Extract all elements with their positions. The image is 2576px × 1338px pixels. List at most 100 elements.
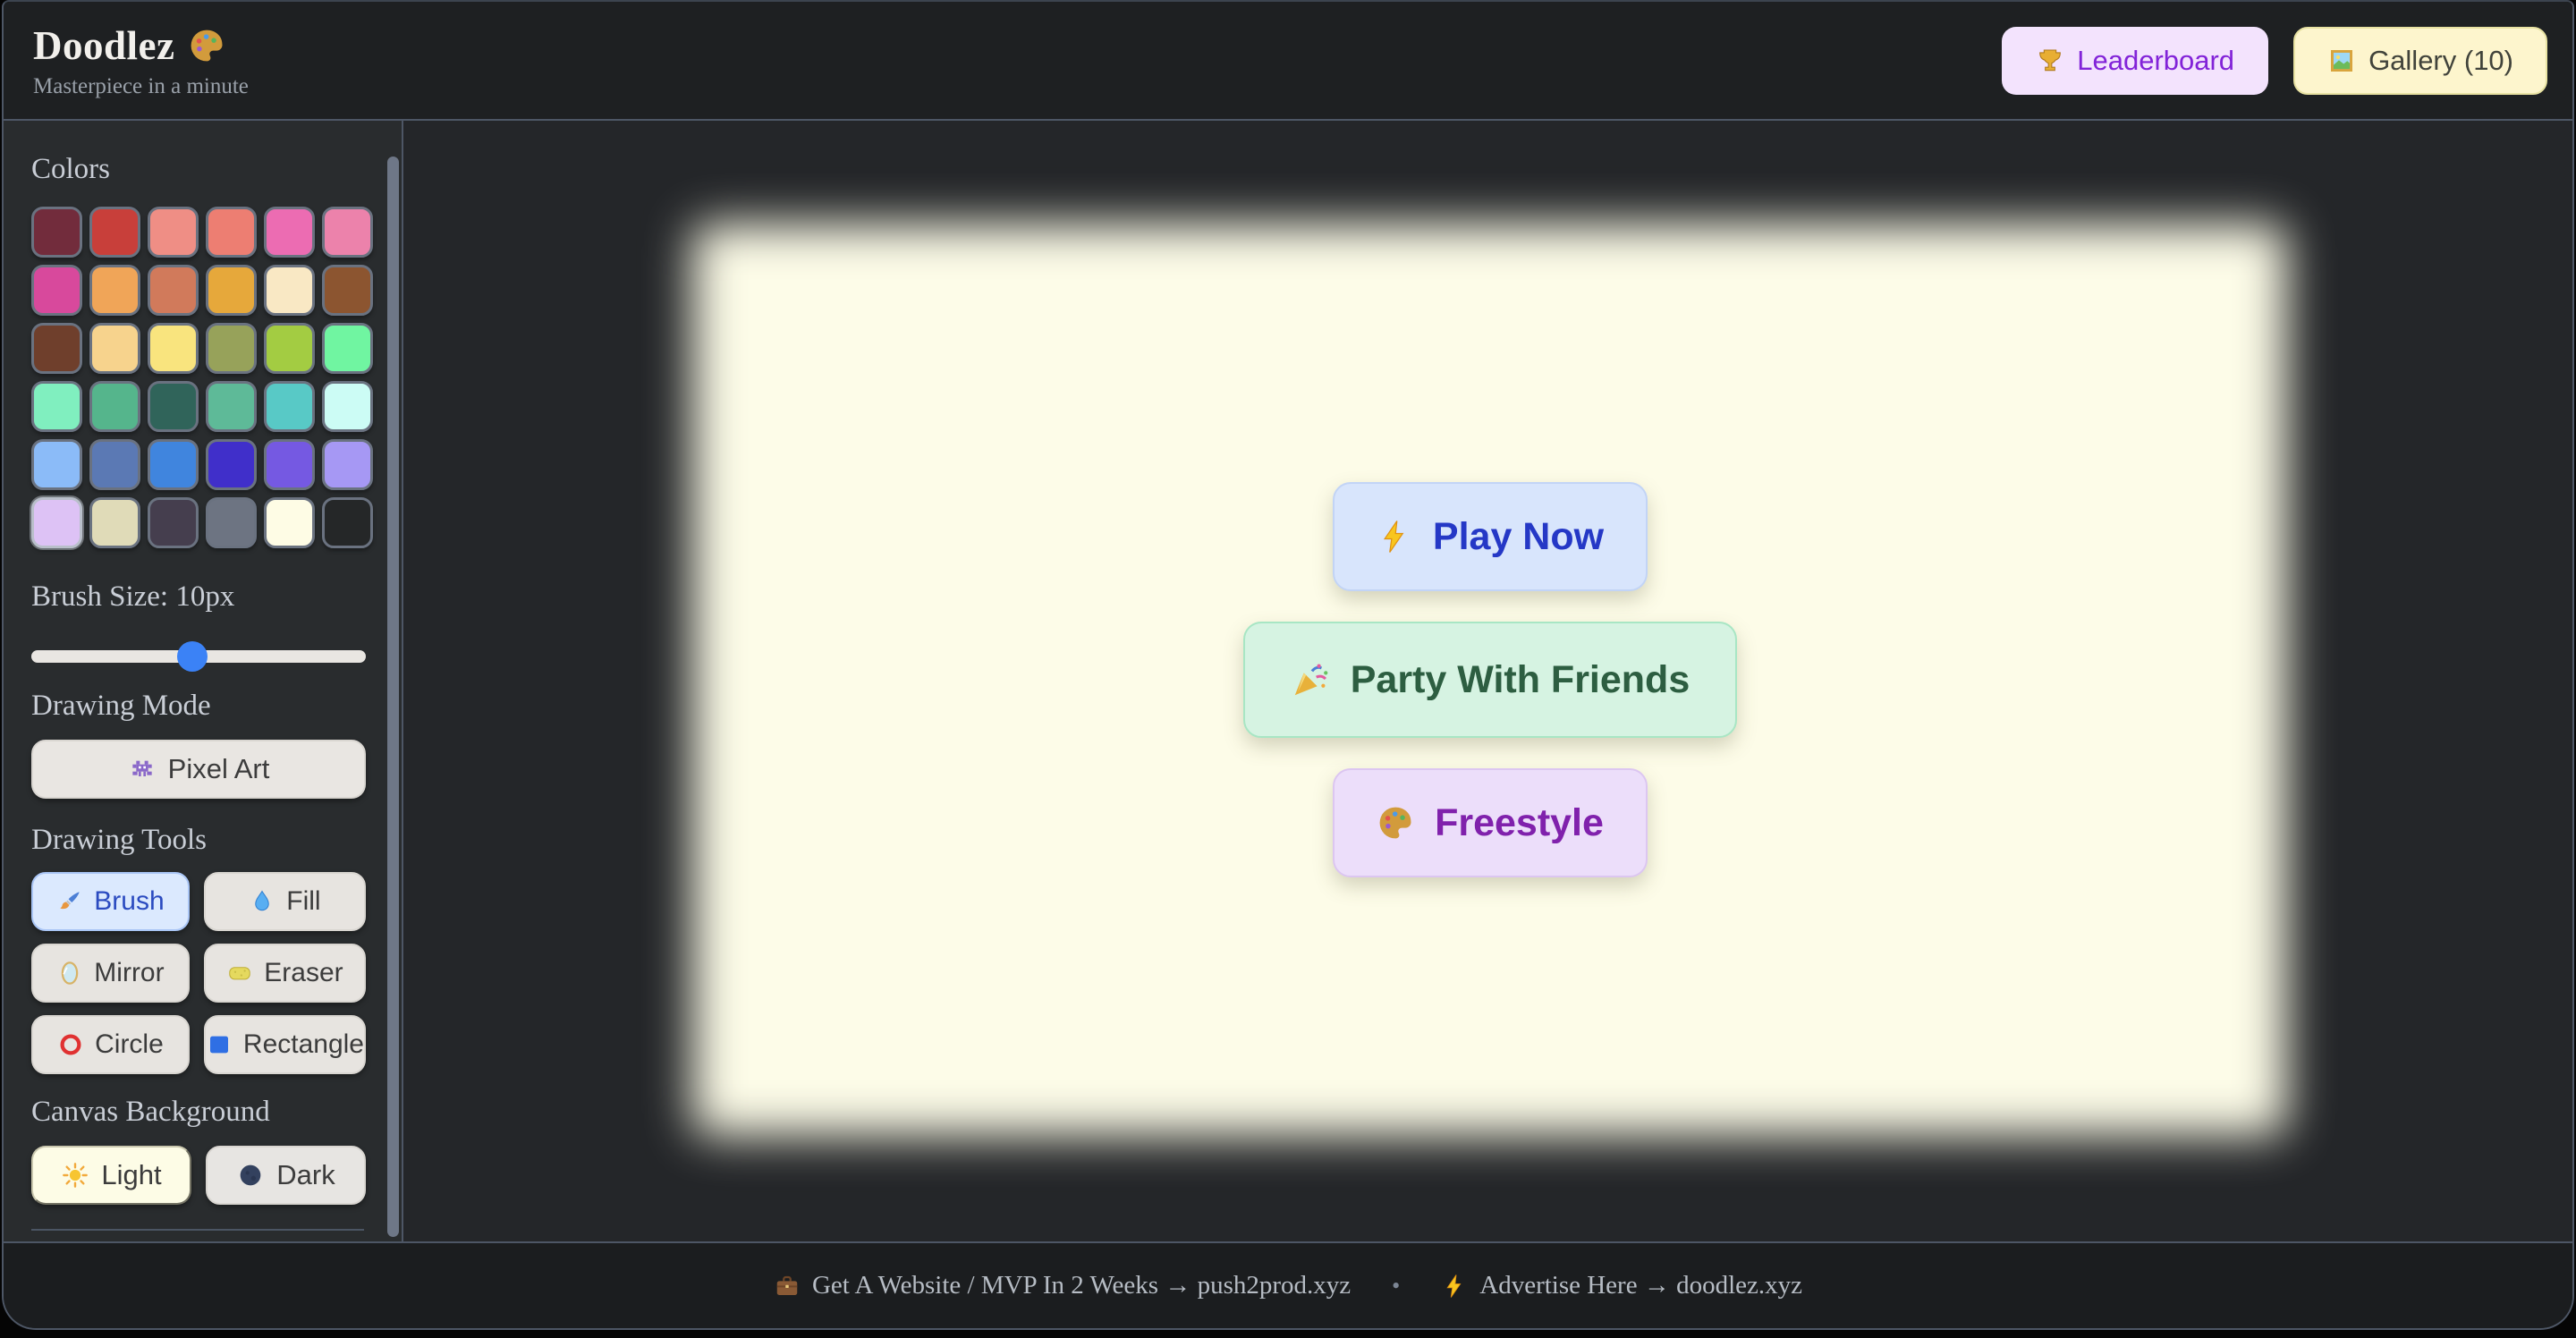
dark-background-label: Dark: [276, 1159, 335, 1191]
color-swatch[interactable]: [206, 497, 257, 548]
footer-separator: •: [1392, 1273, 1400, 1300]
footer: Get A Website / MVP In 2 Weeks → push2pr…: [4, 1241, 2572, 1328]
footer-ad-doodlez[interactable]: Advertise Here → doodlez.xyz: [1441, 1271, 1802, 1300]
dark-background-button[interactable]: Dark: [206, 1146, 366, 1205]
eraser-tool-label: Eraser: [264, 958, 343, 988]
canvas-background-heading: Canvas Background: [31, 1096, 371, 1128]
main-area: Play Now Party With Friends Freestyle: [403, 121, 2572, 1241]
color-swatch-grid: [31, 207, 371, 548]
brush-size-slider[interactable]: [31, 641, 366, 672]
circle-tool-button[interactable]: Circle: [31, 1015, 190, 1074]
pixel-art-button[interactable]: Pixel Art: [31, 740, 366, 799]
color-swatch[interactable]: [31, 323, 82, 374]
color-swatch[interactable]: [89, 207, 140, 258]
rectangle-icon: [206, 1031, 233, 1058]
color-swatch[interactable]: [206, 439, 257, 490]
app-subtitle: Masterpiece in a minute: [33, 74, 249, 99]
canvas-background-grid: Light Dark: [31, 1146, 366, 1205]
color-swatch[interactable]: [148, 381, 199, 432]
color-swatch[interactable]: [31, 265, 82, 316]
fill-tool-label: Fill: [286, 886, 320, 917]
fill-tool-button[interactable]: Fill: [204, 872, 366, 931]
color-swatch[interactable]: [206, 323, 257, 374]
pixel-art-label: Pixel Art: [168, 753, 270, 785]
circle-tool-label: Circle: [95, 1029, 164, 1060]
framed-picture-icon: [2327, 47, 2356, 75]
header: Doodlez Masterpiece in a minute Leaderbo…: [4, 2, 2572, 121]
app-window: Doodlez Masterpiece in a minute Leaderbo…: [2, 0, 2574, 1330]
color-swatch[interactable]: [89, 497, 140, 548]
color-swatch[interactable]: [148, 439, 199, 490]
footer-ad-push2prod[interactable]: Get A Website / MVP In 2 Weeks → push2pr…: [774, 1271, 1351, 1300]
play-now-label: Play Now: [1433, 515, 1604, 559]
mirror-tool-button[interactable]: Mirror: [31, 944, 190, 1003]
color-swatch[interactable]: [148, 207, 199, 258]
leaderboard-button[interactable]: Leaderboard: [2002, 27, 2268, 95]
color-swatch[interactable]: [322, 497, 373, 548]
color-swatch[interactable]: [31, 381, 82, 432]
moon-icon: [236, 1161, 265, 1190]
space-invader-icon: [128, 755, 157, 783]
bolt-icon: [1441, 1273, 1468, 1300]
color-swatch[interactable]: [322, 381, 373, 432]
sun-icon: [61, 1161, 89, 1190]
sponge-icon: [226, 960, 253, 987]
footer-ad-push2prod-text: Get A Website / MVP In 2 Weeks → push2pr…: [812, 1271, 1351, 1300]
gallery-button[interactable]: Gallery (10): [2293, 27, 2547, 95]
color-swatch[interactable]: [89, 439, 140, 490]
party-with-friends-button[interactable]: Party With Friends: [1243, 622, 1737, 738]
rectangle-tool-label: Rectangle: [243, 1029, 364, 1060]
drawing-mode-heading: Drawing Mode: [31, 690, 371, 722]
brush-icon: [56, 888, 83, 915]
color-swatch[interactable]: [322, 439, 373, 490]
brush-size-slider-thumb[interactable]: [177, 641, 208, 672]
sidebar-scrollbar[interactable]: [387, 157, 399, 1237]
gallery-label: Gallery (10): [2368, 45, 2513, 77]
color-swatch[interactable]: [31, 207, 82, 258]
brush-tool-button[interactable]: Brush: [31, 872, 190, 931]
brush-size-label: Brush Size: 10px: [31, 580, 371, 613]
color-swatch[interactable]: [148, 265, 199, 316]
palette-icon: [187, 26, 226, 65]
color-swatch[interactable]: [31, 439, 82, 490]
color-swatch[interactable]: [264, 207, 315, 258]
party-popper-icon: [1290, 659, 1331, 700]
brush-tool-label: Brush: [94, 886, 164, 917]
color-swatch[interactable]: [148, 497, 199, 548]
color-swatch[interactable]: [322, 207, 373, 258]
trophy-icon: [2036, 47, 2064, 75]
color-swatch[interactable]: [264, 323, 315, 374]
color-swatch[interactable]: [89, 265, 140, 316]
rectangle-tool-button[interactable]: Rectangle: [204, 1015, 366, 1074]
light-background-button[interactable]: Light: [31, 1146, 191, 1205]
app-title: Doodlez: [33, 22, 249, 69]
header-actions: Leaderboard Gallery (10): [2002, 27, 2547, 95]
sidebar-divider: [31, 1229, 364, 1231]
color-swatch[interactable]: [148, 323, 199, 374]
color-swatch[interactable]: [264, 265, 315, 316]
color-swatch[interactable]: [206, 381, 257, 432]
play-now-button[interactable]: Play Now: [1333, 482, 1648, 591]
briefcase-icon: [774, 1273, 801, 1300]
color-swatch[interactable]: [206, 207, 257, 258]
freestyle-label: Freestyle: [1435, 801, 1604, 845]
color-swatch[interactable]: [89, 381, 140, 432]
colors-heading: Colors: [31, 153, 371, 185]
color-swatch[interactable]: [89, 323, 140, 374]
color-swatch[interactable]: [322, 323, 373, 374]
light-background-label: Light: [101, 1159, 161, 1191]
drawing-tools-grid: Brush Fill Mirror: [31, 872, 366, 1074]
color-swatch[interactable]: [264, 381, 315, 432]
color-swatch[interactable]: [264, 497, 315, 548]
mode-select-stack: Play Now Party With Friends Freestyle: [692, 224, 2287, 1136]
eraser-tool-button[interactable]: Eraser: [204, 944, 366, 1003]
color-swatch[interactable]: [264, 439, 315, 490]
color-swatch[interactable]: [322, 265, 373, 316]
color-swatch[interactable]: [206, 265, 257, 316]
drawing-tools-heading: Drawing Tools: [31, 824, 371, 856]
freestyle-button[interactable]: Freestyle: [1333, 768, 1648, 877]
bolt-icon: [1376, 518, 1413, 555]
color-swatch[interactable]: [31, 497, 82, 548]
party-with-friends-label: Party With Friends: [1351, 658, 1690, 702]
mirror-tool-label: Mirror: [94, 958, 164, 988]
